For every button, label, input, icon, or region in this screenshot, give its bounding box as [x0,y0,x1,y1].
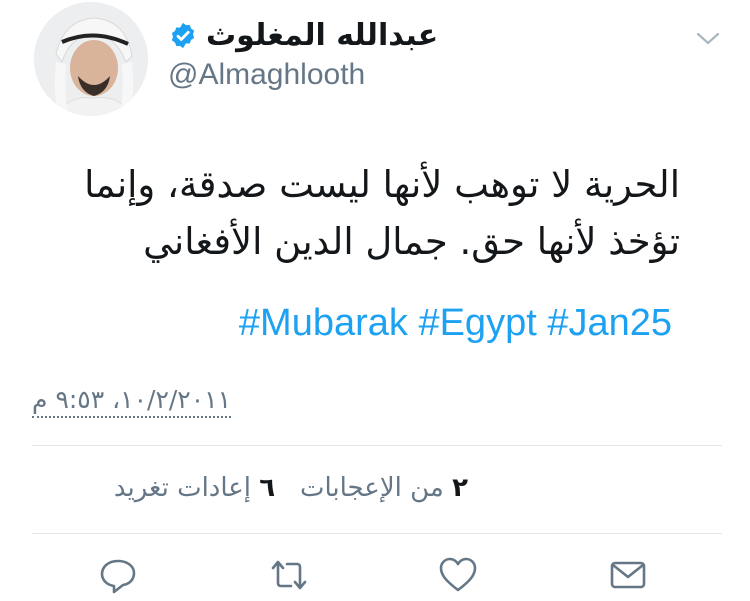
author-display-name[interactable]: عبدالله المغلوث [206,18,438,53]
retweets-label: إعادات تغريد [113,473,252,503]
tweet-timestamp[interactable]: ١٠/٢/٢٠١١، ٩:٥٣ م [32,385,232,418]
tweet-text-line: تؤخذ لأنها حق. جمال الدين الأفغاني [143,220,680,263]
heart-icon[interactable] [438,555,478,595]
chevron-down-icon[interactable] [694,24,722,52]
retweet-icon[interactable] [269,555,309,595]
divider [32,533,722,534]
reply-icon[interactable] [98,555,138,595]
hashtag-link[interactable]: #Mubarak [239,302,408,344]
avatar[interactable] [34,2,148,116]
author-handle[interactable]: @Almaghlooth [168,58,365,92]
hashtag-link[interactable]: #Jan25 [547,302,672,344]
tweet-stats: ٢ من الإعجابات ٦ إعادات تغريد [114,473,468,503]
avatar-image [34,2,148,116]
likes-label: من الإعجابات [299,473,444,503]
divider [32,445,722,446]
author-name-row[interactable]: عبدالله المغلوث [168,18,438,53]
likes-count: ٢ [452,473,468,503]
verified-badge-icon [168,21,198,51]
hashtag-list: #Mubarak #Egypt #Jan25 [239,302,672,345]
likes-stat[interactable]: ٢ من الإعجابات [292,473,468,503]
envelope-icon[interactable] [608,555,648,595]
retweets-stat[interactable]: ٦ إعادات تغريد [114,473,275,503]
tweet-actions [0,555,750,601]
tweet-text: الحرية لا توهب لأنها ليست صدقة، وإنما تؤ… [30,156,680,270]
retweets-count: ٦ [259,473,276,503]
hashtag-link[interactable]: #Egypt [418,302,536,344]
tweet-card: عبدالله المغلوث @Almaghlooth الحرية لا ت… [0,0,750,601]
tweet-text-line: الحرية لا توهب لأنها ليست صدقة، وإنما [84,163,680,206]
